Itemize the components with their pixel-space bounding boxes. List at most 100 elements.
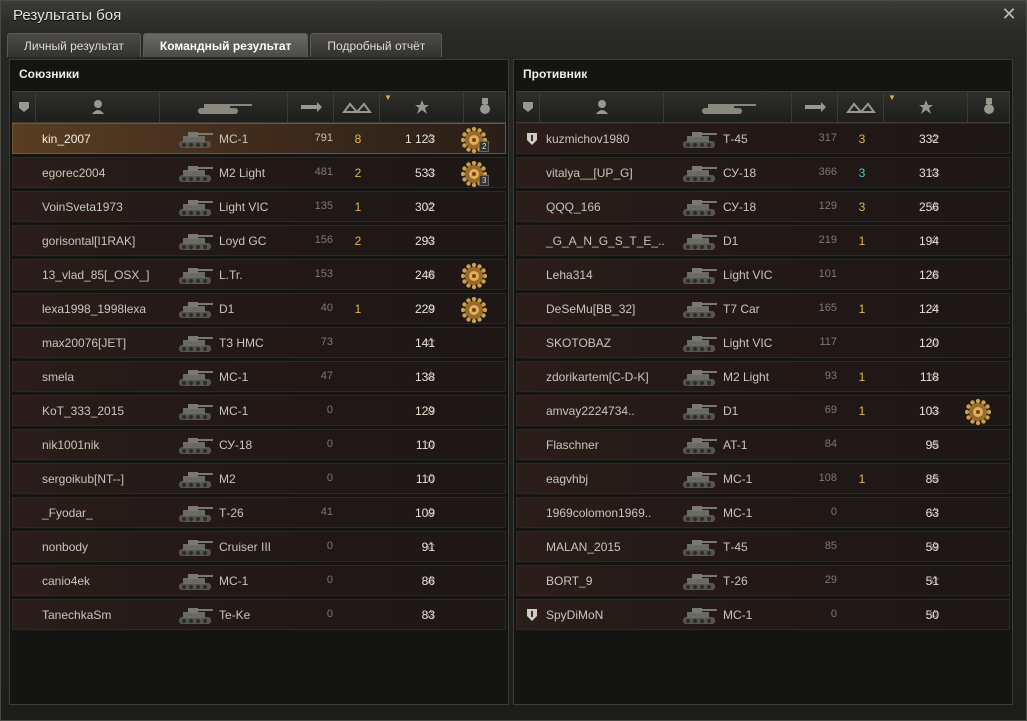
xp-col-icon[interactable]: ▼ xyxy=(884,92,968,122)
table-row[interactable]: vitalya__[UP_G] СУ-18 366 3 313 ☆ xyxy=(516,157,1010,188)
table-row[interactable]: SKOTOBAZ Light VIC 117 120 ☆ xyxy=(516,327,1010,358)
table-row[interactable]: nik1001nik СУ-18 0 110 ☆ xyxy=(12,429,506,460)
player-name[interactable]: 13_vlad_85[_OSX_] xyxy=(42,268,149,282)
table-row[interactable]: MALAN_2015 Т-45 85 59 ☆ xyxy=(516,531,1010,562)
vehicle-name: МС-1 xyxy=(219,370,249,384)
player-name[interactable]: MALAN_2015 xyxy=(546,540,621,554)
damage-value: 0 xyxy=(830,608,837,620)
player-name[interactable]: KoT_333_2015 xyxy=(42,404,124,418)
table-row[interactable]: Leha314 Light VIC 101 126 ☆ xyxy=(516,259,1010,290)
player-name[interactable]: VoinSveta1973 xyxy=(42,200,123,214)
medal-col-icon[interactable] xyxy=(464,92,506,122)
player-name[interactable]: _G_A_N_G_S_T_E_.. xyxy=(546,234,665,248)
squad-col-icon[interactable] xyxy=(12,92,36,122)
table-row[interactable]: sergoikub[NT--] M2 0 110 ☆ xyxy=(12,463,506,494)
tank-col-icon[interactable] xyxy=(664,92,792,122)
damage-value: 135 xyxy=(314,200,333,212)
table-row[interactable]: zdorikartem[C-D-K] M2 Light 93 1 118 ☆ xyxy=(516,361,1010,392)
player-name[interactable]: canio4ek xyxy=(42,574,90,588)
table-row[interactable]: lexa1998_1998lexa D1 40 1 229 ☆ xyxy=(12,293,506,324)
table-row[interactable]: 1969colomon1969.. МС-1 0 63 ☆ xyxy=(516,497,1010,528)
player-name[interactable]: egorec2004 xyxy=(42,166,105,180)
player-name[interactable]: SKOTOBAZ xyxy=(546,336,611,350)
player-name[interactable]: DeSeMu[BB_32] xyxy=(546,302,635,316)
player-col-icon[interactable] xyxy=(540,92,664,122)
tank-icon xyxy=(679,433,719,457)
table-row[interactable]: gorisontal[I1RAK] Loyd GC 156 2 293 ☆ xyxy=(12,225,506,256)
table-row[interactable]: kuzmichov1980 Т-45 317 3 332 ☆ xyxy=(516,123,1010,154)
table-row[interactable]: Flaschner AT-1 84 95 ☆ xyxy=(516,429,1010,460)
damage-col-icon[interactable] xyxy=(792,92,838,122)
medal-col-icon[interactable] xyxy=(968,92,1010,122)
table-row[interactable]: QQQ_166 СУ-18 129 3 256 ☆ xyxy=(516,191,1010,222)
vehicle-name: СУ-18 xyxy=(723,200,757,214)
player-name[interactable]: gorisontal[I1RAK] xyxy=(42,234,135,248)
table-row[interactable]: TanechkaSm Te-Ke 0 83 ☆ xyxy=(12,599,506,630)
damage-value: 219 xyxy=(818,234,837,246)
squad-icon xyxy=(525,608,539,622)
tank-icon xyxy=(679,467,719,491)
table-row[interactable]: canio4ek МС-1 0 86 ☆ xyxy=(12,565,506,596)
table-row[interactable]: DeSeMu[BB_32] T7 Car 165 1 124 ☆ xyxy=(516,293,1010,324)
tank-col-icon[interactable] xyxy=(160,92,288,122)
player-name[interactable]: QQQ_166 xyxy=(546,200,601,214)
close-icon[interactable]: ✕ xyxy=(1000,5,1018,23)
kills-col-icon[interactable] xyxy=(334,92,380,122)
player-name[interactable]: eagvhbj xyxy=(546,472,588,486)
table-row[interactable]: _Fyodar_ Т-26 41 109 ☆ xyxy=(12,497,506,528)
table-row[interactable]: 13_vlad_85[_OSX_] L.Tr. 153 246 ☆ xyxy=(12,259,506,290)
tank-icon xyxy=(679,535,719,559)
player-name[interactable]: Flaschner xyxy=(546,438,599,452)
squad-col-icon[interactable] xyxy=(516,92,540,122)
player-name[interactable]: zdorikartem[C-D-K] xyxy=(546,370,649,384)
player-name[interactable]: Leha314 xyxy=(546,268,593,282)
player-name[interactable]: kin_2007 xyxy=(42,132,91,146)
tank-icon xyxy=(679,399,719,423)
damage-value: 481 xyxy=(314,166,333,178)
table-row[interactable]: egorec2004 M2 Light 481 2 533 ☆ 3 xyxy=(12,157,506,188)
damage-value: 41 xyxy=(320,506,333,518)
medal-icon[interactable] xyxy=(460,262,488,290)
player-name[interactable]: amvay2224734.. xyxy=(546,404,635,418)
vehicle-name: D1 xyxy=(723,234,739,248)
table-row[interactable]: BORT_9 Т-26 29 51 ☆ xyxy=(516,565,1010,596)
player-name[interactable]: nik1001nik xyxy=(42,438,99,452)
kills-value: 3 xyxy=(858,200,866,214)
player-col-icon[interactable] xyxy=(36,92,160,122)
player-name[interactable]: TanechkaSm xyxy=(42,608,111,622)
damage-col-icon[interactable] xyxy=(288,92,334,122)
player-name[interactable]: nonbody xyxy=(42,540,88,554)
player-name[interactable]: max20076[JET] xyxy=(42,336,126,350)
player-name[interactable]: sergoikub[NT--] xyxy=(42,472,124,486)
xp-col-icon[interactable]: ▼ xyxy=(380,92,464,122)
player-name[interactable]: 1969colomon1969.. xyxy=(546,506,651,520)
table-row[interactable]: smela МС-1 47 138 ☆ xyxy=(12,361,506,392)
player-name[interactable]: SpyDiMoN xyxy=(546,608,603,622)
medal-icon[interactable] xyxy=(460,296,488,324)
player-name[interactable]: kuzmichov1980 xyxy=(546,132,629,146)
medal-icon[interactable] xyxy=(964,398,992,426)
player-name[interactable]: lexa1998_1998lexa xyxy=(42,302,146,316)
player-name[interactable]: smela xyxy=(42,370,74,384)
table-row[interactable]: eagvhbj МС-1 108 1 85 ☆ xyxy=(516,463,1010,494)
table-row[interactable]: _G_A_N_G_S_T_E_.. D1 219 1 194 ☆ xyxy=(516,225,1010,256)
table-row[interactable]: amvay2224734.. D1 69 1 103 ☆ xyxy=(516,395,1010,426)
kills-col-icon[interactable] xyxy=(838,92,884,122)
table-row[interactable]: kin_2007 МС-1 791 8 1 123 ☆ 2 xyxy=(12,123,506,154)
star-icon: ☆ xyxy=(929,369,940,383)
tank-icon xyxy=(175,467,215,491)
tab-personal-result[interactable]: Личный результат xyxy=(7,33,141,57)
table-row[interactable]: nonbody Cruiser III 0 91 ☆ xyxy=(12,531,506,562)
player-name[interactable]: BORT_9 xyxy=(546,574,592,588)
tab-team-result[interactable]: Командный результат xyxy=(142,33,309,57)
table-row[interactable]: VoinSveta1973 Light VIC 135 1 302 ☆ xyxy=(12,191,506,222)
table-row[interactable]: KoT_333_2015 МС-1 0 129 ☆ xyxy=(12,395,506,426)
tab-detailed-report[interactable]: Подробный отчёт xyxy=(310,33,443,57)
table-row[interactable]: max20076[JET] T3 HMC 73 141 ☆ xyxy=(12,327,506,358)
tank-icon xyxy=(175,195,215,219)
vehicle-name: МС-1 xyxy=(723,506,753,520)
player-name[interactable]: vitalya__[UP_G] xyxy=(546,166,633,180)
player-name[interactable]: _Fyodar_ xyxy=(42,506,93,520)
damage-value: 153 xyxy=(314,268,333,280)
table-row[interactable]: SpyDiMoN МС-1 0 50 ☆ xyxy=(516,599,1010,630)
